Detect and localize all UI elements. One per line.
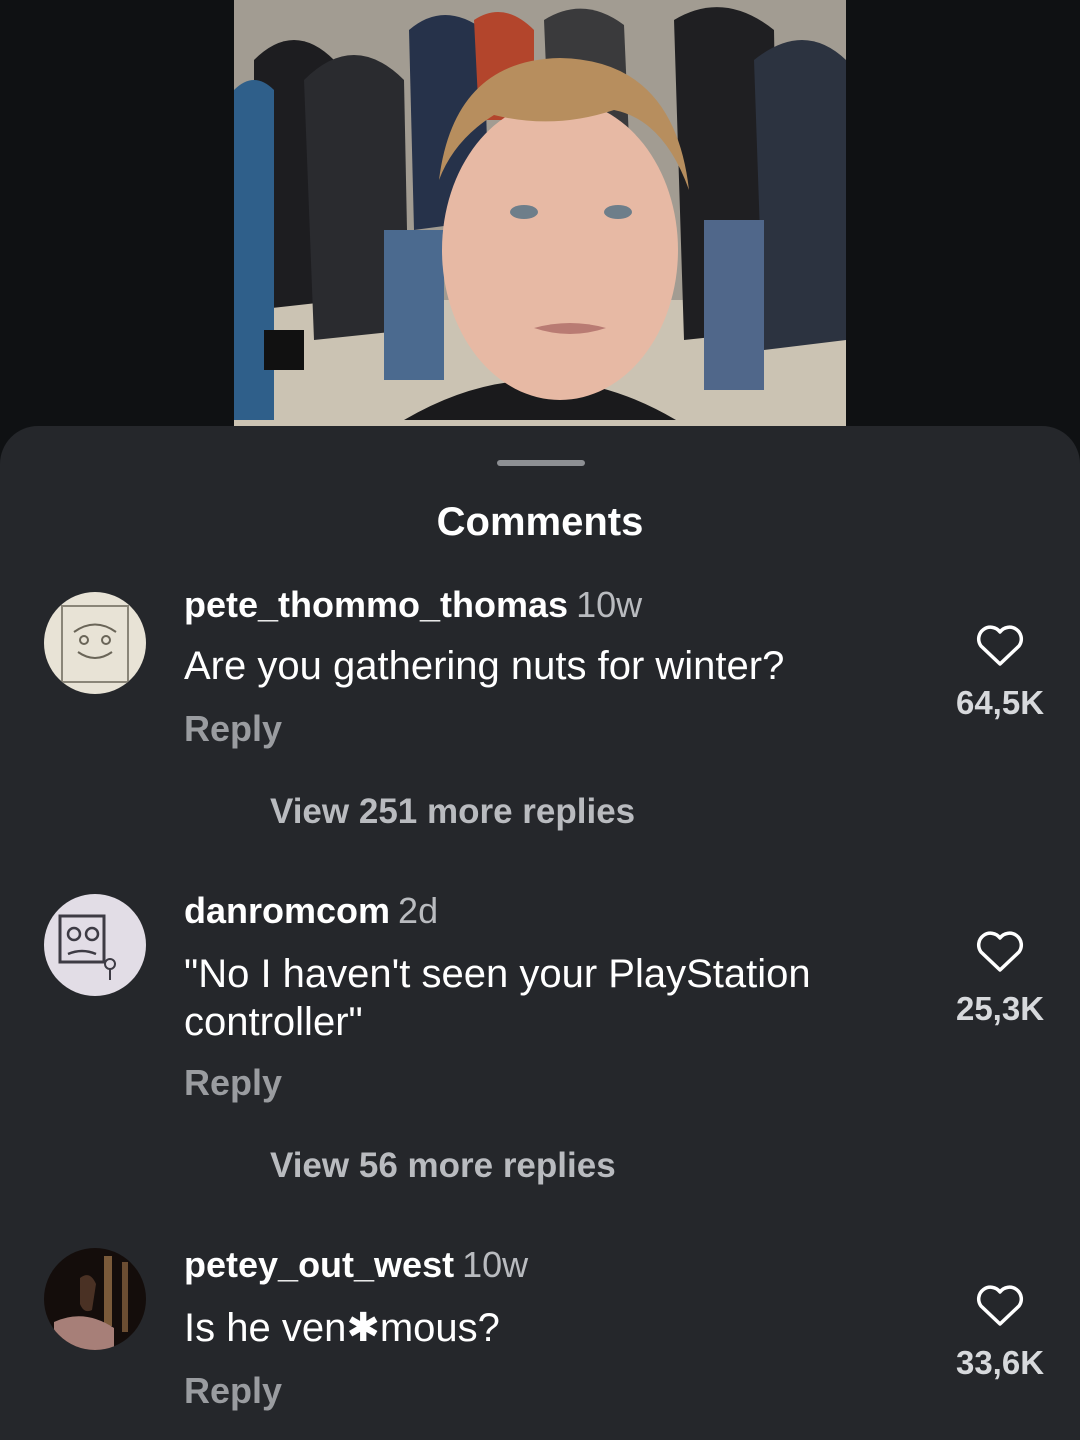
video-still-image	[234, 0, 846, 426]
timestamp: 10w	[462, 1244, 529, 1285]
reply-button[interactable]: Reply	[184, 708, 282, 750]
reply-button[interactable]: Reply	[184, 1062, 282, 1104]
username[interactable]: petey_out_west	[184, 1244, 454, 1285]
heart-outline-icon	[976, 625, 1024, 666]
view-replies-button[interactable]: View 56 more replies	[270, 1146, 616, 1186]
avatar[interactable]	[44, 1248, 146, 1350]
like-count: 64,5K	[955, 684, 1045, 721]
video-area	[0, 0, 1080, 430]
like-button[interactable]: 64,5K	[940, 624, 1060, 722]
avatar[interactable]	[44, 894, 146, 996]
drag-handle[interactable]	[497, 460, 585, 466]
username[interactable]: danromcom	[184, 890, 390, 931]
avatar-photo-image	[44, 1248, 146, 1350]
view-replies-button[interactable]: View 251 more replies	[270, 792, 635, 832]
avatar-sketch-image	[44, 592, 146, 694]
avatar-sketch-image	[44, 894, 146, 996]
avatar[interactable]	[44, 592, 146, 694]
reply-button[interactable]: Reply	[184, 1370, 282, 1412]
comment-meta: pete_thommo_thomas 10w	[184, 584, 642, 626]
heart-outline-icon	[976, 1285, 1024, 1326]
sheet-title: Comments	[436, 500, 644, 544]
like-button[interactable]: 33,6K	[940, 1284, 1060, 1382]
video-thumbnail[interactable]	[234, 0, 846, 426]
comment-text: Are you gathering nuts for winter?	[184, 644, 785, 688]
comment-meta: danromcom 2d	[184, 890, 438, 932]
comments-sheet: Comments pete_thommo_thomas 10w Are you g…	[0, 426, 1080, 1440]
like-count: 25,3K	[955, 990, 1045, 1027]
like-button[interactable]: 25,3K	[940, 930, 1060, 1028]
timestamp: 10w	[576, 584, 643, 625]
comment-text: Is he ven✱mous?	[184, 1306, 500, 1350]
heart-outline-icon	[976, 931, 1024, 972]
like-count: 33,6K	[955, 1344, 1045, 1381]
timestamp: 2d	[398, 890, 439, 931]
comment-meta: petey_out_west 10w	[184, 1244, 528, 1286]
comment-text: "No I haven't seen your PlayStation cont…	[184, 952, 811, 1044]
username[interactable]: pete_thommo_thomas	[184, 584, 568, 625]
